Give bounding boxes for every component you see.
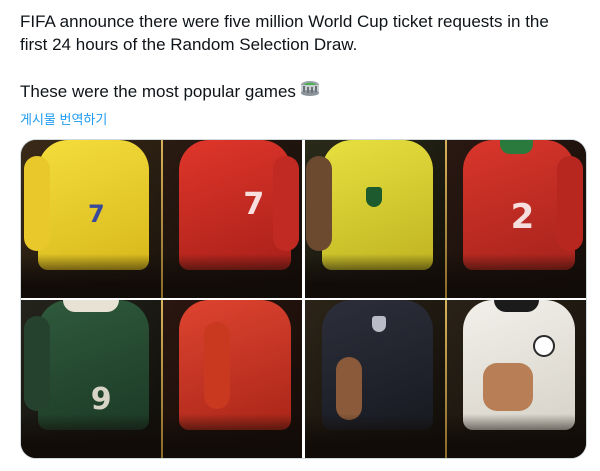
photo-4-right-player <box>446 300 586 458</box>
arm <box>23 155 50 251</box>
jersey-south-korea <box>179 300 291 430</box>
photo-3-right-player <box>162 300 302 458</box>
tweet-line-2: These were the most popular games <box>20 81 296 101</box>
gold-divider <box>160 300 163 458</box>
ground-shadow <box>446 253 586 298</box>
ground-shadow <box>305 253 445 298</box>
stadium-icon <box>300 79 320 103</box>
crest-icon <box>532 334 555 357</box>
tweet-line-1: FIFA announce there were five million Wo… <box>20 12 549 54</box>
collar <box>62 300 119 312</box>
media-grid[interactable]: 7 7 2 9 <box>20 139 587 459</box>
media-photo-1[interactable]: 7 7 <box>21 140 302 298</box>
arm <box>482 363 533 411</box>
photo-3-left-player: 9 <box>21 300 161 458</box>
translate-post-link[interactable]: 게시물 번역하기 <box>20 109 107 128</box>
photo-2-left-player <box>305 140 445 298</box>
ground-shadow <box>21 413 161 458</box>
jersey-number: 2 <box>510 196 535 237</box>
ground-shadow <box>446 413 586 458</box>
ground-shadow <box>305 413 445 458</box>
arm <box>306 155 333 251</box>
ground-shadow <box>21 253 161 298</box>
photo-1-right-player: 7 <box>162 140 302 298</box>
arm <box>557 155 584 251</box>
ground-shadow <box>162 413 302 458</box>
collar <box>493 300 539 312</box>
gold-divider <box>444 300 447 458</box>
arm <box>273 155 300 251</box>
arm <box>335 356 362 421</box>
jersey-number: 9 <box>90 382 112 418</box>
arm <box>23 315 50 411</box>
arm <box>204 322 231 409</box>
media-photo-3[interactable]: 9 <box>21 300 302 458</box>
tweet-line-2-row: These were the most popular games <box>20 79 580 103</box>
crest-icon <box>371 315 386 332</box>
gold-divider <box>444 140 447 298</box>
jersey-number: 7 <box>87 200 105 229</box>
media-photo-4[interactable] <box>305 300 586 458</box>
ground-shadow <box>162 253 302 298</box>
photo-2-right-player: 2 <box>446 140 586 298</box>
photo-1-left-player: 7 <box>21 140 161 298</box>
jersey-number: 7 <box>243 187 265 223</box>
media-photo-2[interactable]: 2 <box>305 140 586 298</box>
gold-divider <box>160 140 163 298</box>
photo-4-left-player <box>305 300 445 458</box>
collar <box>499 140 533 154</box>
tweet-text: FIFA announce there were five million Wo… <box>20 10 580 103</box>
